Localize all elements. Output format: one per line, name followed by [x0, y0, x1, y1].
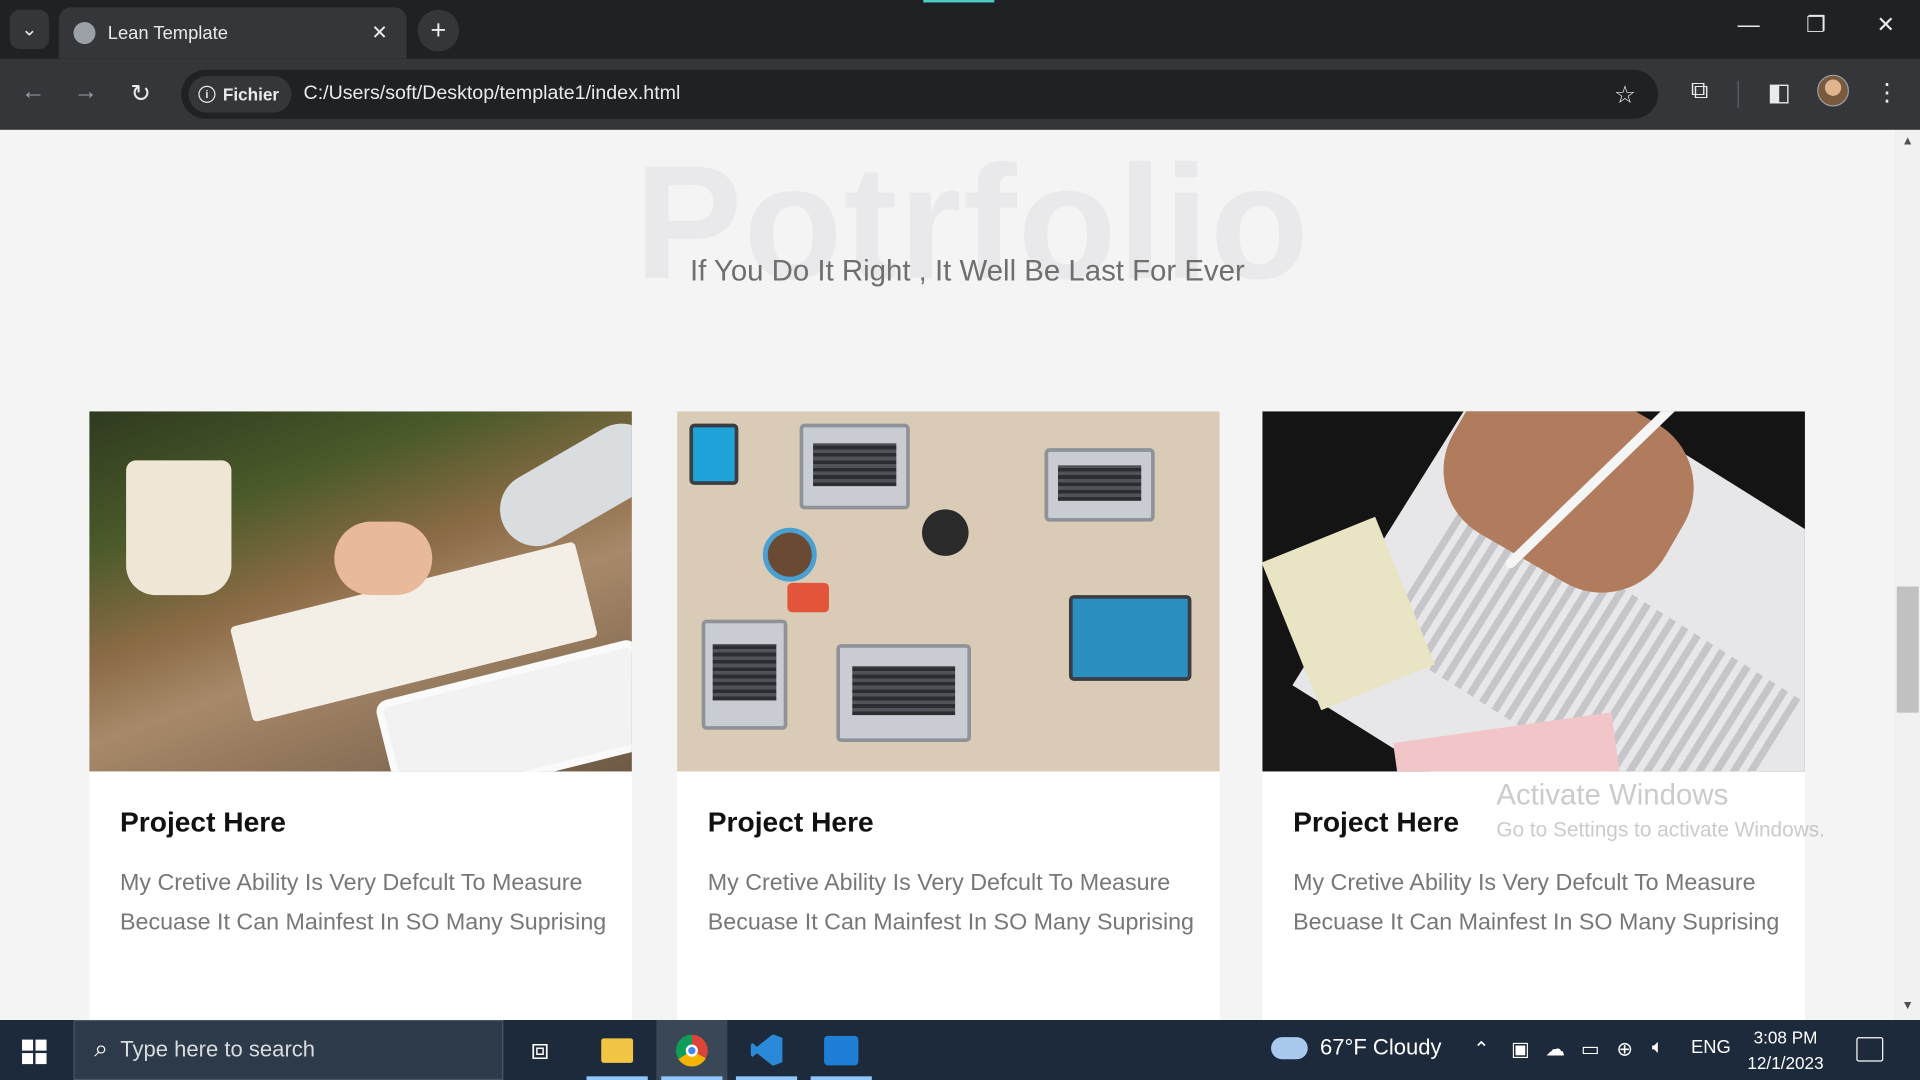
restore-button[interactable]: ❐ — [1791, 12, 1840, 38]
toolbar-divider — [1737, 80, 1739, 108]
extensions-icon[interactable]: ⧉ — [1682, 77, 1716, 105]
scroll-down-arrow-icon[interactable]: ▼ — [1902, 999, 1914, 1012]
back-arrow-icon[interactable]: ← — [16, 78, 50, 106]
language-indicator[interactable]: ENG — [1691, 1037, 1731, 1058]
forward-arrow-icon[interactable]: → — [69, 78, 103, 106]
chevron-up-icon[interactable]: ⌃ — [1473, 1037, 1489, 1061]
volume-icon[interactable]: 🔈︎ — [1652, 1037, 1664, 1059]
bookmark-star-icon[interactable]: ☆ — [1614, 79, 1636, 110]
page-viewport: Potrfolio If You Do It Right , It Well B… — [0, 129, 1896, 1021]
project-title: Project Here — [1293, 805, 1460, 838]
section-subtitle: If You Do It Right , It Well Be Last For… — [689, 254, 1245, 288]
chrome-icon[interactable] — [656, 1020, 728, 1080]
tab-title: Lean Template — [107, 22, 228, 44]
taskbar-search[interactable]: ⌕ Type here to search — [73, 1020, 504, 1080]
reload-icon[interactable]: ↻ — [124, 78, 158, 109]
search-placeholder: Type here to search — [120, 1037, 316, 1062]
project-card[interactable]: Project Here My Cretive Ability Is Very … — [1262, 411, 1805, 1021]
tab-strip: ⌄ Lean Template ✕ + — ❐ ✕ — [0, 0, 1920, 59]
project-image-writing — [89, 411, 632, 772]
minimize-button[interactable]: — — [1724, 12, 1773, 38]
activate-windows-watermark: Activate Windows Go to Settings to activ… — [1496, 779, 1825, 843]
project-image-laptops — [677, 411, 1220, 772]
meet-icon[interactable]: ▣ — [1511, 1037, 1530, 1061]
project-description: My Cretive Ability Is Very Defcult To Me… — [1293, 870, 1780, 936]
menu-kebab-icon[interactable]: ⋮ — [1870, 77, 1904, 108]
weather-text: 67°F Cloudy — [1320, 1034, 1442, 1060]
chevron-down-icon: ⌄ — [21, 19, 38, 41]
scroll-up-arrow-icon[interactable]: ▲ — [1902, 135, 1914, 148]
cloud-icon — [1271, 1036, 1308, 1059]
search-icon: ⌕ — [94, 1035, 109, 1063]
clock[interactable]: 3:08 PM 12/1/2023 — [1747, 1025, 1823, 1076]
address-bar[interactable]: i Fichier C:/Users/soft/Desktop/template… — [181, 69, 1658, 119]
project-title: Project Here — [120, 805, 286, 838]
onedrive-icon[interactable]: ☁ — [1545, 1037, 1565, 1061]
weather-widget[interactable]: 67°F Cloudy — [1271, 1035, 1442, 1061]
globe-icon — [73, 22, 96, 45]
project-card[interactable]: Project Here My Cretive Ability Is Very … — [89, 411, 632, 1021]
task-view-icon[interactable]: ⧈ — [504, 1020, 575, 1080]
project-description: My Cretive Ability Is Very Defcult To Me… — [707, 870, 1195, 936]
windows-taskbar: ⌕ Type here to search ⧈ 67°F Cloudy ⌃ ▣ — [0, 1020, 1920, 1080]
side-panel-icon[interactable]: ◧ — [1762, 77, 1796, 108]
info-icon: i — [198, 85, 216, 103]
tab-search-button[interactable]: ⌄ — [9, 9, 49, 49]
project-description: My Cretive Ability Is Very Defcult To Me… — [120, 870, 607, 936]
browser-tab[interactable]: Lean Template ✕ — [58, 7, 407, 59]
site-info-chip[interactable]: i Fichier — [188, 75, 292, 113]
file-explorer-icon[interactable] — [582, 1020, 653, 1080]
project-title: Project Here — [707, 805, 874, 838]
profile-avatar[interactable] — [1817, 74, 1849, 107]
url-text[interactable]: C:/Users/soft/Desktop/template1/index.ht… — [304, 83, 1614, 105]
project-image-exam — [1262, 411, 1805, 772]
watermark-title: Activate Windows — [1496, 778, 1729, 812]
battery-icon[interactable]: ▭ — [1581, 1037, 1600, 1061]
loading-indicator — [923, 0, 995, 3]
vscode-icon[interactable] — [731, 1020, 802, 1080]
project-card[interactable]: Project Here My Cretive Ability Is Very … — [677, 411, 1220, 1021]
close-window-button[interactable]: ✕ — [1861, 12, 1910, 38]
windows-start-icon[interactable] — [22, 1039, 47, 1065]
page-scrollbar[interactable]: ▲ ▼ — [1895, 129, 1920, 1021]
media-player-icon[interactable] — [806, 1020, 877, 1080]
watermark-subtitle: Go to Settings to activate Windows. — [1496, 817, 1825, 842]
network-globe-icon[interactable]: ⊕ — [1616, 1037, 1632, 1061]
tab-close-icon[interactable]: ✕ — [367, 21, 391, 45]
clock-date: 12/1/2023 — [1747, 1053, 1824, 1073]
clock-time: 3:08 PM — [1753, 1027, 1818, 1047]
new-tab-button[interactable]: + — [417, 9, 460, 52]
scrollbar-thumb[interactable] — [1896, 586, 1919, 713]
site-chip-label: Fichier — [222, 84, 280, 105]
notification-icon[interactable] — [1856, 1037, 1884, 1062]
browser-toolbar: ← → ↻ i Fichier C:/Users/soft/Desktop/te… — [0, 58, 1920, 130]
